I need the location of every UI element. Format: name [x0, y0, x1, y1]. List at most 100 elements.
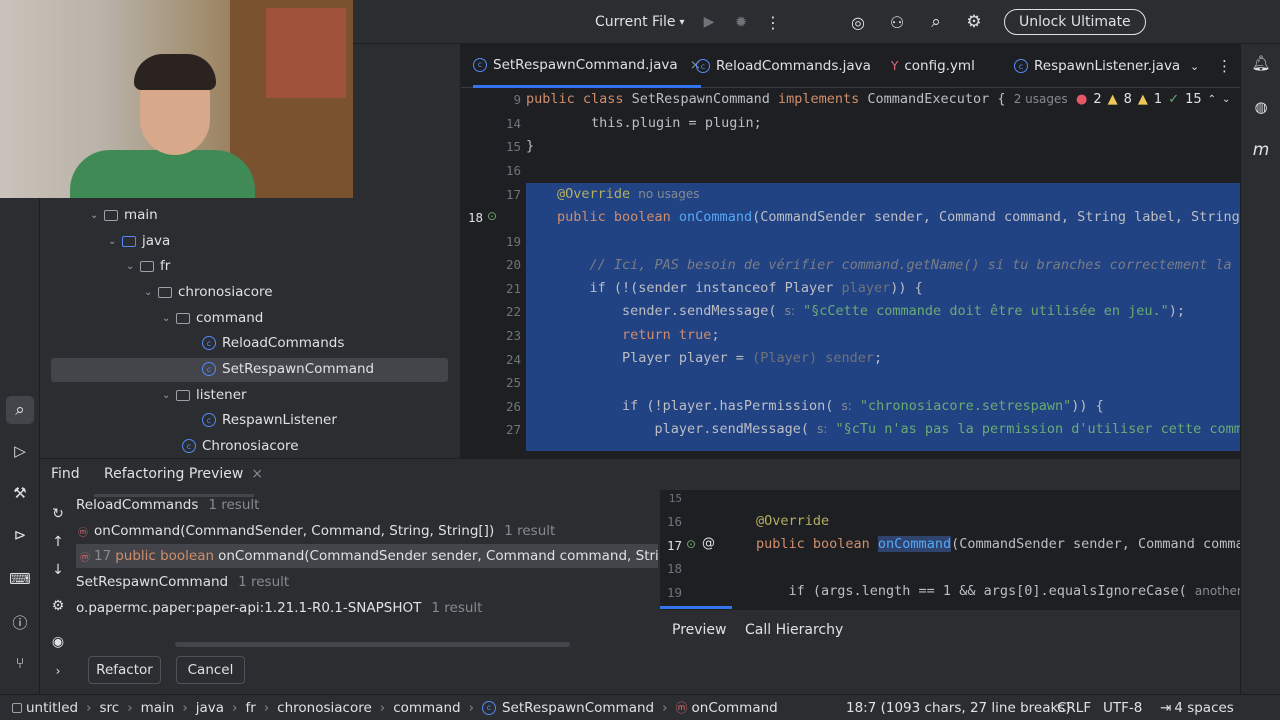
result-row[interactable]: o.papermc.paper:paper-api:1.21.1-R0.1-SN…	[76, 596, 482, 620]
search-icon[interactable]: ⌕	[926, 0, 946, 44]
inspection-widget[interactable]: ● 2 ▲ 8 ▲ 1 ✓ 15 ⌃ ⌄	[1076, 92, 1231, 107]
ai-assistant-icon[interactable]: ◎	[848, 0, 868, 44]
arrow-up-icon[interactable]: ↑	[50, 534, 66, 550]
arrow-down-icon[interactable]: ↓	[50, 562, 66, 578]
problems-tool-icon[interactable]: ⓘ	[10, 612, 30, 633]
breadcrumb-item[interactable]: fr	[245, 700, 255, 716]
class-icon: c	[202, 336, 216, 350]
code-line-20: // Ici, PAS besoin de vérifier command.g…	[557, 257, 1241, 273]
indent-setting[interactable]: ⇥ 4 spaces	[1160, 700, 1234, 716]
gear-icon[interactable]: ⚙	[964, 0, 984, 44]
breadcrumb-item[interactable]: chronosiacore	[277, 700, 372, 716]
chevron-down-icon[interactable]: ⌄	[1222, 94, 1230, 105]
tree-label: main	[124, 207, 158, 223]
tree-item-fr[interactable]: ⌄ fr	[126, 254, 170, 278]
run-icon[interactable]: ▶	[700, 0, 718, 44]
tree-item-chronosiacore-class[interactable]: c Chronosiacore	[182, 434, 299, 458]
close-icon[interactable]: ×	[251, 466, 263, 482]
tab-label: SetRespawnCommand.java	[493, 56, 678, 73]
settings-icon[interactable]: ⚙	[50, 598, 66, 614]
line-number: 16	[666, 514, 682, 529]
rerun-icon[interactable]: ↻	[50, 506, 66, 522]
tree-item-command[interactable]: ⌄ command	[162, 306, 263, 330]
usages-hint[interactable]: 2 usages	[1014, 92, 1068, 106]
line-number: 21	[505, 281, 521, 296]
tab-find[interactable]: Find	[51, 466, 80, 482]
tabs-dropdown-icon[interactable]: ⌄	[1190, 44, 1199, 88]
breadcrumb-item[interactable]: main	[141, 700, 175, 716]
code-token: return	[557, 327, 679, 343]
result-row[interactable]: SetRespawnCommand 1 result	[76, 570, 289, 594]
tree-item-listener[interactable]: ⌄ listener	[162, 383, 247, 407]
debug-icon[interactable]: ✹	[732, 0, 750, 44]
tab-reloadcommands[interactable]: c ReloadCommands.java	[696, 44, 871, 88]
code-token: true	[678, 327, 712, 343]
breadcrumb-item[interactable]: onCommand	[692, 700, 778, 716]
add-user-icon[interactable]: ⚇	[887, 0, 907, 44]
more-options-icon[interactable]: ⋮	[765, 0, 781, 44]
code-line-26: if (!player.hasPermission( s: "chronosia…	[557, 398, 1104, 414]
unlock-ultimate-button[interactable]: Unlock Ultimate	[1004, 9, 1146, 35]
caret-position[interactable]: 18:7 (1093 chars, 27 line breaks)	[846, 700, 1071, 716]
cancel-button[interactable]: Cancel	[176, 656, 245, 684]
package-icon	[158, 286, 172, 298]
more-tabs-icon[interactable]: ⋮	[1217, 44, 1232, 88]
webcam-overlay	[0, 0, 353, 198]
horizontal-scrollbar[interactable]	[175, 642, 570, 647]
tree-item-java[interactable]: ⌄ java	[108, 229, 170, 253]
breadcrumb-item[interactable]: untitled	[26, 700, 78, 716]
run-tool-icon[interactable]: ▷	[10, 442, 30, 460]
tree-item-respawnlistener[interactable]: c RespawnListener	[202, 408, 337, 432]
run-config-dropdown[interactable]: Current File ▾	[595, 0, 685, 44]
ai-chat-icon[interactable]: ◍	[1251, 98, 1271, 116]
tab-setrespawncommand[interactable]: c SetRespawnCommand.java ×	[473, 44, 701, 88]
tree-item-setrespawncommand[interactable]: c SetRespawnCommand	[202, 357, 374, 381]
refactor-button-label: Refactor	[96, 662, 153, 678]
find-tool-icon[interactable]: ⌕	[6, 396, 34, 424]
class-icon: c	[696, 59, 710, 73]
maven-icon[interactable]: m	[1251, 140, 1271, 160]
param-hint: s:	[841, 399, 852, 413]
result-row[interactable]: ReloadCommands 1 result	[76, 493, 259, 517]
implements-gutter-icon[interactable]: ⊙	[686, 537, 696, 551]
chevron-up-icon[interactable]: ⌃	[1208, 94, 1216, 105]
terminal-tool-icon[interactable]: ⌨	[9, 570, 31, 588]
code-token: public boolean	[557, 209, 679, 225]
cancel-button-label: Cancel	[187, 662, 234, 678]
tab-call-hierarchy[interactable]: Call Hierarchy	[745, 622, 843, 638]
breadcrumb-item[interactable]: src	[99, 700, 119, 716]
tree-item-main[interactable]: ⌄ main	[90, 203, 158, 227]
tab-respawnlistener[interactable]: c RespawnListener.java	[1014, 44, 1180, 88]
notifications-icon[interactable]: 🔔︎	[1251, 54, 1271, 72]
result-label: ReloadCommands	[76, 497, 199, 513]
tree-item-reloadcommands[interactable]: c ReloadCommands	[202, 331, 344, 355]
breadcrumb-item[interactable]: SetRespawnCommand	[502, 700, 654, 716]
tab-config-yml[interactable]: Yconfig.yml	[891, 44, 975, 88]
line-number: 26	[505, 399, 521, 414]
line-number: 18	[666, 561, 682, 576]
file-encoding[interactable]: UTF-8	[1103, 700, 1142, 716]
eye-icon[interactable]: ◉	[50, 634, 66, 650]
tree-item-chronosiacore[interactable]: ⌄ chronosiacore	[144, 280, 273, 304]
line-number: 25	[505, 375, 521, 390]
line-separator[interactable]: CRLF	[1057, 700, 1091, 716]
git-tool-icon[interactable]: ⑂	[10, 654, 30, 672]
refactor-button[interactable]: Refactor	[88, 656, 161, 684]
breadcrumb-item[interactable]: command	[393, 700, 460, 716]
code-token: if (args.length == 1 && args[0].equalsIg…	[756, 583, 1195, 599]
line-number: 15	[668, 492, 682, 505]
usages-hint[interactable]: no usages	[638, 187, 699, 201]
result-row[interactable]: ⓜ onCommand(CommandSender, Command, Strin…	[78, 519, 555, 543]
services-tool-icon[interactable]: ⊳	[10, 526, 30, 544]
implements-gutter-icon[interactable]: ⊙	[487, 209, 497, 223]
code-token: if (!player.hasPermission(	[557, 398, 842, 414]
build-tool-icon[interactable]: ⚒	[10, 484, 30, 502]
annotation-gutter-icon[interactable]: @	[702, 536, 715, 551]
tab-refactoring-preview[interactable]: Refactoring Preview ×	[104, 466, 263, 482]
expand-icon[interactable]: ›	[50, 664, 66, 678]
breadcrumb-item[interactable]: java	[196, 700, 224, 716]
code-line-21: if (!(sender instanceof Player player)) …	[557, 280, 923, 296]
result-row-selected[interactable]: ⓜ 17 public boolean onCommand(CommandSender…	[80, 544, 658, 568]
tab-preview[interactable]: Preview	[672, 622, 727, 638]
code-token: "chronosiacore.setrespawn"	[859, 398, 1072, 414]
